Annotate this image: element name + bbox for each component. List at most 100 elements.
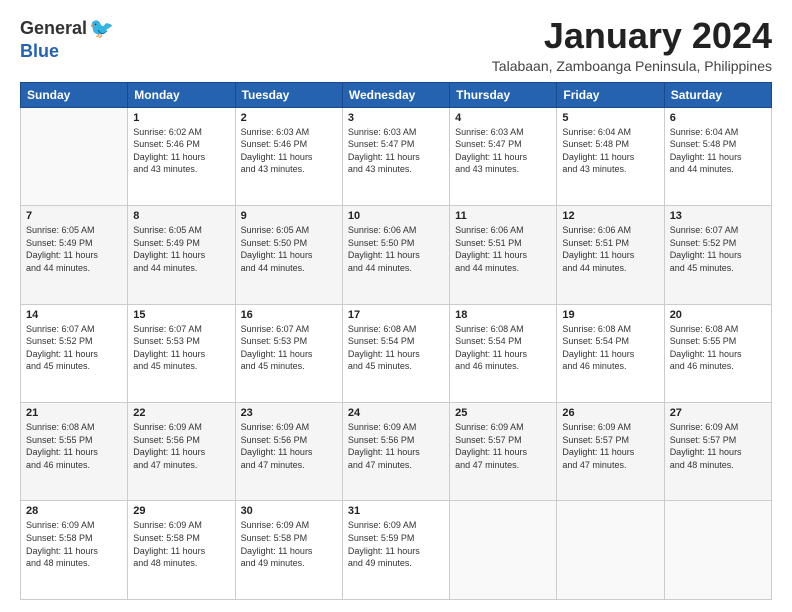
day-info: Sunrise: 6:03 AM Sunset: 5:47 PM Dayligh… — [455, 126, 551, 176]
calendar-cell: 5 Sunrise: 6:04 AM Sunset: 5:48 PM Daylig… — [557, 107, 664, 205]
calendar-cell: 31 Sunrise: 6:09 AM Sunset: 5:59 PM Dayli… — [342, 501, 449, 600]
day-number: 19 — [562, 309, 658, 321]
day-info: Sunrise: 6:04 AM Sunset: 5:48 PM Dayligh… — [562, 126, 658, 176]
day-number: 13 — [670, 210, 766, 222]
calendar-cell: 25Sunrise: 6:09 AM Sunset: 5:57 PM Dayli… — [450, 403, 557, 501]
calendar-week-1: 1Sunrise: 6:02 AM Sunset: 5:46 PM Daylig… — [21, 107, 772, 205]
day-number: 17 — [348, 309, 444, 321]
calendar-cell: 14 Sunrise: 6:07 AM Sunset: 5:52 PM Dayli… — [21, 304, 128, 402]
day-info: Sunrise: 6:03 AM Sunset: 5:46 PM Dayligh… — [241, 126, 337, 176]
calendar-cell: 19 Sunrise: 6:08 AM Sunset: 5:54 PM Dayli… — [557, 304, 664, 402]
day-info: Sunrise: 6:09 AM Sunset: 5:58 PM Dayligh… — [241, 519, 337, 569]
day-number: 14 — [26, 309, 122, 321]
calendar-cell: 28 Sunrise: 6:09 AM Sunset: 5:58 PM Dayli… — [21, 501, 128, 600]
day-info: Sunrise: 6:05 AM Sunset: 5:49 PM Dayligh… — [133, 224, 229, 274]
day-number: 28 — [26, 505, 122, 517]
day-number: 25 — [455, 407, 551, 419]
calendar-body: 1Sunrise: 6:02 AM Sunset: 5:46 PM Daylig… — [21, 107, 772, 599]
calendar-cell: 24Sunrise: 6:09 AM Sunset: 5:56 PM Dayli… — [342, 403, 449, 501]
calendar-cell: 21 Sunrise: 6:08 AM Sunset: 5:55 PM Dayli… — [21, 403, 128, 501]
calendar-cell — [450, 501, 557, 600]
day-info: Sunrise: 6:09 AM Sunset: 5:56 PM Dayligh… — [133, 421, 229, 471]
calendar-cell: 7 Sunrise: 6:05 AM Sunset: 5:49 PM Daylig… — [21, 206, 128, 304]
day-info: Sunrise: 6:07 AM Sunset: 5:52 PM Dayligh… — [26, 323, 122, 373]
day-number: 27 — [670, 407, 766, 419]
day-number: 21 — [26, 407, 122, 419]
calendar-cell: 20 Sunrise: 6:08 AM Sunset: 5:55 PM Dayli… — [664, 304, 771, 402]
calendar-cell: 6 Sunrise: 6:04 AM Sunset: 5:48 PM Daylig… — [664, 107, 771, 205]
day-info: Sunrise: 6:08 AM Sunset: 5:55 PM Dayligh… — [670, 323, 766, 373]
logo-bird-icon: 🐦 — [89, 16, 114, 41]
calendar-table: SundayMondayTuesdayWednesdayThursdayFrid… — [20, 82, 772, 600]
day-number: 23 — [241, 407, 337, 419]
day-number: 20 — [670, 309, 766, 321]
day-info: Sunrise: 6:08 AM Sunset: 5:54 PM Dayligh… — [348, 323, 444, 373]
logo-blue-text: Blue — [20, 41, 59, 62]
day-number: 24 — [348, 407, 444, 419]
calendar-header-saturday: Saturday — [664, 82, 771, 107]
calendar-cell: 23 Sunrise: 6:09 AM Sunset: 5:56 PM Dayli… — [235, 403, 342, 501]
calendar-week-3: 14 Sunrise: 6:07 AM Sunset: 5:52 PM Dayli… — [21, 304, 772, 402]
day-info: Sunrise: 6:09 AM Sunset: 5:57 PM Dayligh… — [562, 421, 658, 471]
day-info: Sunrise: 6:08 AM Sunset: 5:55 PM Dayligh… — [26, 421, 122, 471]
day-number: 10 — [348, 210, 444, 222]
day-number: 8 — [133, 210, 229, 222]
calendar-week-2: 7 Sunrise: 6:05 AM Sunset: 5:49 PM Daylig… — [21, 206, 772, 304]
day-number: 31 — [348, 505, 444, 517]
calendar-cell: 27 Sunrise: 6:09 AM Sunset: 5:57 PM Dayli… — [664, 403, 771, 501]
calendar-cell: 16 Sunrise: 6:07 AM Sunset: 5:53 PM Dayli… — [235, 304, 342, 402]
calendar-cell — [664, 501, 771, 600]
calendar-header-monday: Monday — [128, 82, 235, 107]
calendar-cell: 10Sunrise: 6:06 AM Sunset: 5:50 PM Dayli… — [342, 206, 449, 304]
day-number: 12 — [562, 210, 658, 222]
day-number: 9 — [241, 210, 337, 222]
logo: General 🐦 Blue — [20, 16, 114, 62]
header: General 🐦 Blue January 2024 Talabaan, Za… — [20, 16, 772, 74]
day-number: 5 — [562, 112, 658, 124]
day-number: 11 — [455, 210, 551, 222]
calendar-cell: 11 Sunrise: 6:06 AM Sunset: 5:51 PM Dayli… — [450, 206, 557, 304]
day-info: Sunrise: 6:08 AM Sunset: 5:54 PM Dayligh… — [455, 323, 551, 373]
day-info: Sunrise: 6:09 AM Sunset: 5:58 PM Dayligh… — [26, 519, 122, 569]
day-info: Sunrise: 6:04 AM Sunset: 5:48 PM Dayligh… — [670, 126, 766, 176]
day-info: Sunrise: 6:07 AM Sunset: 5:53 PM Dayligh… — [241, 323, 337, 373]
calendar-cell: 29Sunrise: 6:09 AM Sunset: 5:58 PM Dayli… — [128, 501, 235, 600]
day-number: 6 — [670, 112, 766, 124]
calendar-cell: 1Sunrise: 6:02 AM Sunset: 5:46 PM Daylig… — [128, 107, 235, 205]
calendar-cell: 18 Sunrise: 6:08 AM Sunset: 5:54 PM Dayli… — [450, 304, 557, 402]
logo-general-text: General — [20, 18, 87, 39]
calendar-header-thursday: Thursday — [450, 82, 557, 107]
calendar-header-friday: Friday — [557, 82, 664, 107]
calendar-header-row: SundayMondayTuesdayWednesdayThursdayFrid… — [21, 82, 772, 107]
day-info: Sunrise: 6:09 AM Sunset: 5:59 PM Dayligh… — [348, 519, 444, 569]
day-number: 29 — [133, 505, 229, 517]
calendar-cell: 26 Sunrise: 6:09 AM Sunset: 5:57 PM Dayli… — [557, 403, 664, 501]
day-number: 26 — [562, 407, 658, 419]
day-info: Sunrise: 6:09 AM Sunset: 5:57 PM Dayligh… — [670, 421, 766, 471]
page: General 🐦 Blue January 2024 Talabaan, Za… — [0, 0, 792, 612]
calendar-week-4: 21 Sunrise: 6:08 AM Sunset: 5:55 PM Dayli… — [21, 403, 772, 501]
title-block: January 2024 Talabaan, Zamboanga Peninsu… — [492, 16, 772, 74]
day-number: 7 — [26, 210, 122, 222]
calendar-header-wednesday: Wednesday — [342, 82, 449, 107]
day-number: 30 — [241, 505, 337, 517]
calendar-header-sunday: Sunday — [21, 82, 128, 107]
day-number: 4 — [455, 112, 551, 124]
day-number: 3 — [348, 112, 444, 124]
calendar-cell: 9 Sunrise: 6:05 AM Sunset: 5:50 PM Daylig… — [235, 206, 342, 304]
day-info: Sunrise: 6:05 AM Sunset: 5:49 PM Dayligh… — [26, 224, 122, 274]
calendar-cell: 15Sunrise: 6:07 AM Sunset: 5:53 PM Dayli… — [128, 304, 235, 402]
calendar-cell: 17 Sunrise: 6:08 AM Sunset: 5:54 PM Dayli… — [342, 304, 449, 402]
day-number: 18 — [455, 309, 551, 321]
day-info: Sunrise: 6:05 AM Sunset: 5:50 PM Dayligh… — [241, 224, 337, 274]
day-info: Sunrise: 6:07 AM Sunset: 5:53 PM Dayligh… — [133, 323, 229, 373]
day-info: Sunrise: 6:08 AM Sunset: 5:54 PM Dayligh… — [562, 323, 658, 373]
day-number: 16 — [241, 309, 337, 321]
calendar-cell — [557, 501, 664, 600]
day-info: Sunrise: 6:06 AM Sunset: 5:51 PM Dayligh… — [455, 224, 551, 274]
calendar-cell: 30 Sunrise: 6:09 AM Sunset: 5:58 PM Dayli… — [235, 501, 342, 600]
calendar-cell: 4 Sunrise: 6:03 AM Sunset: 5:47 PM Daylig… — [450, 107, 557, 205]
day-number: 22 — [133, 407, 229, 419]
day-info: Sunrise: 6:09 AM Sunset: 5:56 PM Dayligh… — [241, 421, 337, 471]
day-info: Sunrise: 6:06 AM Sunset: 5:51 PM Dayligh… — [562, 224, 658, 274]
